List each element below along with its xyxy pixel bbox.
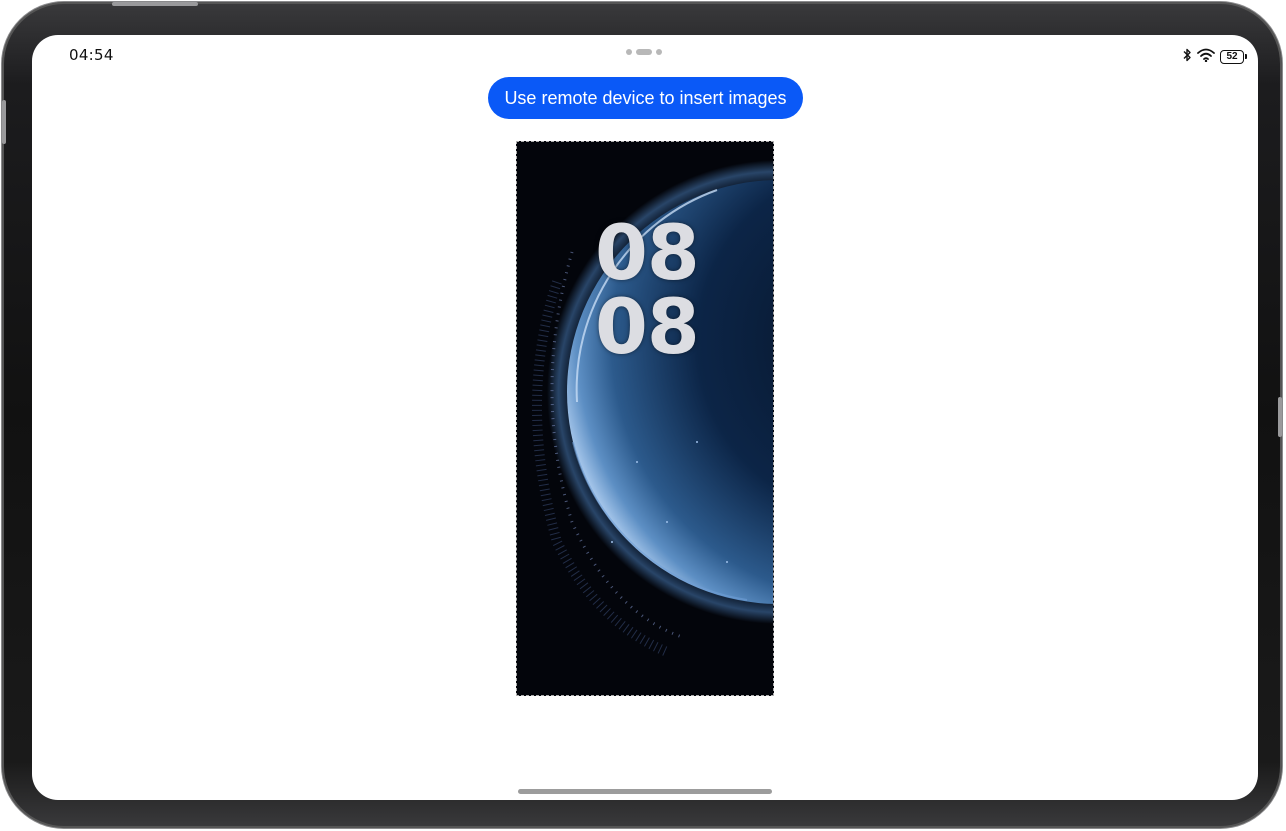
wallpaper-preview-image: 08 08 [516, 141, 774, 696]
power-button [112, 2, 198, 6]
screen: 04:54 52 Use remote device to insert ima… [32, 35, 1258, 800]
battery-level: 52 [1226, 51, 1238, 62]
clock-minutes: 08 [595, 282, 700, 371]
handle-dot [626, 49, 632, 55]
handle-dot [636, 49, 652, 55]
insert-images-button[interactable]: Use remote device to insert images [488, 77, 803, 119]
clock-hours: 08 [595, 208, 700, 297]
side-button [2, 100, 6, 144]
handle-dot [656, 49, 662, 55]
status-time: 04:54 [69, 46, 114, 64]
status-icons: 52 [1182, 47, 1247, 66]
lockscreen-clock: 08 08 [595, 208, 700, 371]
wifi-icon [1197, 47, 1215, 66]
home-indicator[interactable] [518, 789, 772, 794]
tablet-frame: 04:54 52 Use remote device to insert ima… [2, 2, 1282, 828]
bluetooth-icon [1182, 47, 1192, 66]
window-handle[interactable] [626, 49, 662, 55]
volume-button [1278, 397, 1282, 437]
battery-icon: 52 [1220, 49, 1247, 64]
